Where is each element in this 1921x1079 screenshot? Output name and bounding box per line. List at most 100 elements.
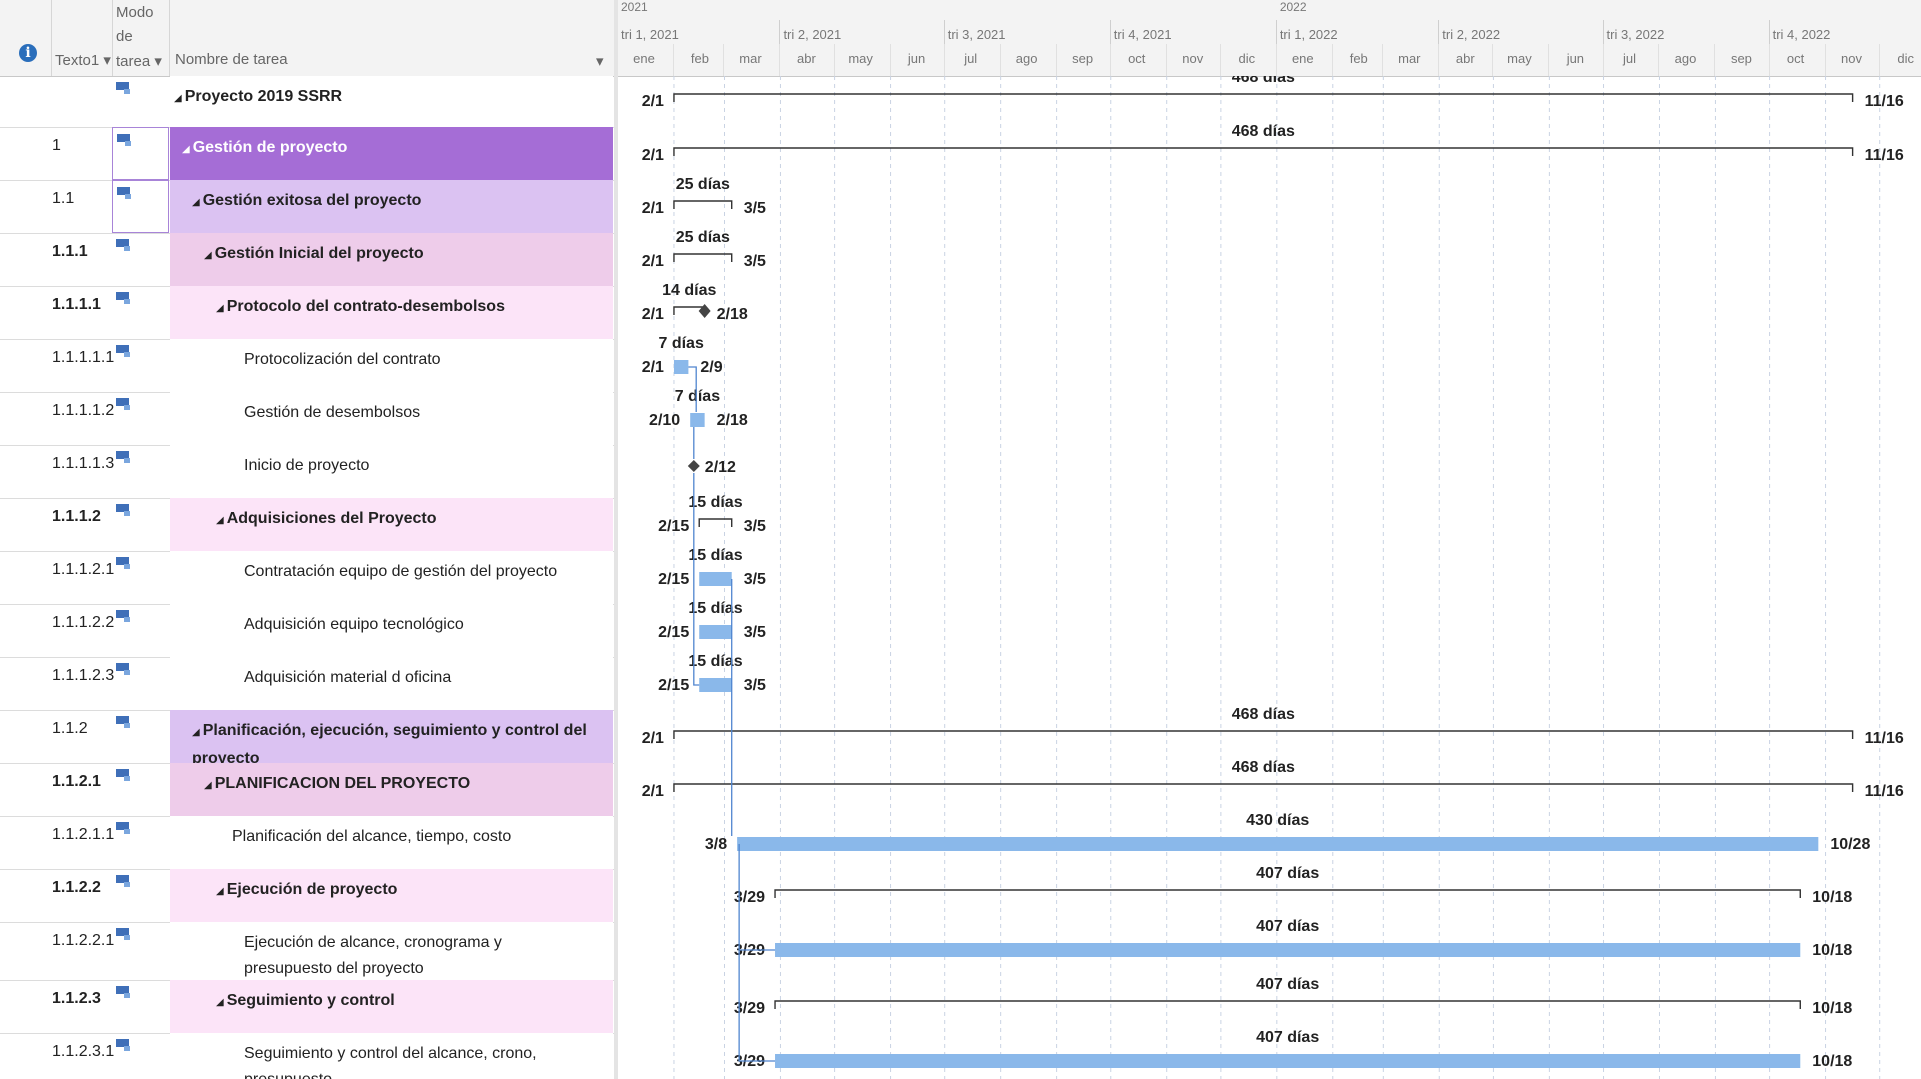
- task-mode-cell[interactable]: [112, 710, 169, 763]
- task-name-cell[interactable]: ◢ PLANIFICACION DEL PROYECTO: [170, 763, 613, 816]
- task-name-cell[interactable]: ◢ Ejecución de proyecto: [170, 869, 613, 922]
- task-mode-cell[interactable]: [112, 604, 169, 657]
- collapse-toggle-icon[interactable]: ◢: [216, 303, 224, 314]
- task-outline-number[interactable]: 1.1.1.1.2: [52, 392, 114, 445]
- task-mode-cell[interactable]: [112, 869, 169, 922]
- task-outline-number[interactable]: 1.1.1: [52, 233, 112, 286]
- task-mode-cell[interactable]: [112, 286, 169, 339]
- task-mode-cell[interactable]: [112, 127, 169, 180]
- task-outline-number[interactable]: 1.1.1.2.3: [52, 657, 114, 710]
- task-name-cell[interactable]: ◢ Seguimiento y control: [170, 980, 613, 1033]
- collapse-toggle-icon[interactable]: ◢: [192, 197, 200, 208]
- task-mode-cell[interactable]: [112, 339, 169, 392]
- task-row[interactable]: 1.1.2.1 ◢ PLANIFICACION DEL PROYECTO: [0, 763, 616, 817]
- collapse-toggle-icon[interactable]: ◢: [204, 780, 212, 791]
- task-row[interactable]: 1.1.1.1 ◢ Protocolo del contrato-desembols…: [0, 286, 616, 340]
- column-header-mode-line2[interactable]: de: [116, 28, 133, 45]
- task-outline-number[interactable]: 1.1.2.1: [52, 763, 112, 816]
- task-name-cell[interactable]: Inicio de proyecto: [170, 445, 613, 498]
- task-row[interactable]: 1.1.2.2.1 Ejecución de alcance, cronogram…: [0, 922, 616, 981]
- summary-bar[interactable]: [673, 93, 1854, 102]
- task-row[interactable]: 1.1 ◢ Gestión exitosa del proyecto: [0, 180, 616, 234]
- task-name-cell[interactable]: ◢ Gestión de proyecto: [170, 127, 613, 180]
- task-outline-number[interactable]: 1: [52, 127, 112, 180]
- task-outline-number[interactable]: 1.1.2: [52, 710, 112, 763]
- summary-bar[interactable]: [698, 518, 733, 527]
- task-row[interactable]: 1.1.1.1.2 Gestión de desembolsos: [0, 392, 616, 446]
- task-row[interactable]: 1.1.2.2 ◢ Ejecución de proyecto: [0, 869, 616, 923]
- task-row[interactable]: 1.1.1 ◢ Gestión Inicial del proyecto: [0, 233, 616, 287]
- task-name-cell[interactable]: Ejecución de alcance, cronograma y presu…: [170, 922, 613, 980]
- column-header-task-name[interactable]: Nombre de tarea: [175, 51, 288, 68]
- task-outline-number[interactable]: [52, 76, 112, 127]
- task-bar[interactable]: [699, 678, 732, 692]
- task-row[interactable]: 1.1.2.3 ◢ Seguimiento y control: [0, 980, 616, 1034]
- collapse-toggle-icon[interactable]: ◢: [192, 727, 200, 738]
- collapse-toggle-icon[interactable]: ◢: [174, 93, 182, 104]
- task-name-cell[interactable]: ◢ Planificación, ejecución, seguimiento y…: [170, 710, 613, 767]
- task-name-cell[interactable]: ◢ Proyecto 2019 SSRR: [170, 76, 613, 127]
- task-name-cell[interactable]: Adquisición equipo tecnológico: [170, 604, 613, 657]
- summary-bar[interactable]: [673, 783, 1854, 792]
- task-outline-number[interactable]: 1.1.2.2.1: [52, 922, 114, 980]
- task-mode-cell[interactable]: [112, 657, 169, 710]
- task-mode-cell[interactable]: [112, 233, 169, 286]
- summary-bar[interactable]: [673, 730, 1854, 739]
- info-icon[interactable]: i: [19, 44, 37, 62]
- column-header-mode-line1[interactable]: Modo: [116, 4, 154, 21]
- task-outline-number[interactable]: 1.1.2.3.1: [52, 1033, 114, 1079]
- task-row[interactable]: 1.1.1.2.1 Contratación equipo de gestión …: [0, 551, 616, 605]
- task-mode-cell[interactable]: [112, 76, 169, 127]
- summary-bar[interactable]: [774, 1000, 1801, 1009]
- task-name-cell[interactable]: Contratación equipo de gestión del proye…: [170, 551, 613, 604]
- task-bar[interactable]: [775, 943, 1801, 957]
- task-mode-cell[interactable]: [112, 816, 169, 869]
- collapse-toggle-icon[interactable]: ◢: [216, 997, 224, 1008]
- task-name-cell[interactable]: Planificación del alcance, tiempo, costo: [170, 816, 613, 869]
- summary-bar[interactable]: [673, 147, 1854, 156]
- task-row[interactable]: 1.1.1.2.2 Adquisición equipo tecnológico: [0, 604, 616, 658]
- task-row[interactable]: 1 ◢ Gestión de proyecto: [0, 127, 616, 181]
- task-mode-cell[interactable]: [112, 980, 169, 1033]
- task-mode-cell[interactable]: [112, 445, 169, 498]
- task-name-cell[interactable]: ◢ Gestión Inicial del proyecto: [170, 233, 613, 286]
- task-name-cell[interactable]: ◢ Gestión exitosa del proyecto: [170, 180, 613, 233]
- task-mode-cell[interactable]: [112, 498, 169, 551]
- summary-bar[interactable]: [774, 889, 1801, 898]
- summary-bar[interactable]: [673, 200, 733, 209]
- task-row[interactable]: 1.1.1.1.1 Protocolización del contrato: [0, 339, 616, 393]
- task-outline-number[interactable]: 1.1.2.1.1: [52, 816, 114, 869]
- task-row[interactable]: 1.1.2.1.1 Planificación del alcance, tiem…: [0, 816, 616, 870]
- task-bar[interactable]: [673, 360, 689, 374]
- task-mode-cell[interactable]: [112, 922, 169, 980]
- task-name-cell[interactable]: ◢ Protocolo del contrato-desembolsos: [170, 286, 613, 339]
- task-outline-number[interactable]: 1.1.2.3: [52, 980, 112, 1033]
- task-outline-number[interactable]: 1.1.1.2.1: [52, 551, 114, 604]
- task-outline-number[interactable]: 1.1.1.2.2: [52, 604, 114, 657]
- task-mode-cell[interactable]: [112, 763, 169, 816]
- task-outline-number[interactable]: 1.1.1.1.1: [52, 339, 114, 392]
- column-header-text1[interactable]: Texto1 ▾: [55, 51, 111, 69]
- column-header-mode-line3[interactable]: tarea ▾: [116, 52, 162, 70]
- task-row[interactable]: 1.1.2.3.1 Seguimiento y control del alcan…: [0, 1033, 616, 1079]
- task-outline-number[interactable]: 1.1.1.1.3: [52, 445, 114, 498]
- task-bar[interactable]: [775, 1054, 1801, 1068]
- collapse-toggle-icon[interactable]: ◢: [182, 144, 190, 155]
- summary-bar[interactable]: [673, 253, 733, 262]
- task-mode-cell[interactable]: [112, 392, 169, 445]
- task-outline-number[interactable]: 1.1: [52, 180, 112, 233]
- task-name-cell[interactable]: Gestión de desembolsos: [170, 392, 613, 445]
- task-mode-cell[interactable]: [112, 551, 169, 604]
- task-row[interactable]: ◢ Proyecto 2019 SSRR: [0, 76, 616, 128]
- task-mode-cell[interactable]: [112, 1033, 169, 1079]
- task-outline-number[interactable]: 1.1.1.2: [52, 498, 112, 551]
- task-bar[interactable]: [737, 837, 1819, 851]
- task-row[interactable]: 1.1.1.1.3 Inicio de proyecto: [0, 445, 616, 499]
- task-row[interactable]: 1.1.1.2 ◢ Adquisiciones del Proyecto: [0, 498, 616, 552]
- task-outline-number[interactable]: 1.1.2.2: [52, 869, 112, 922]
- task-bar[interactable]: [699, 572, 732, 586]
- milestone-diamond[interactable]: [687, 460, 700, 472]
- task-bar[interactable]: [699, 625, 732, 639]
- collapse-toggle-icon[interactable]: ◢: [216, 515, 224, 526]
- task-row[interactable]: 1.1.2 ◢ Planificación, ejecución, seguimie…: [0, 710, 616, 767]
